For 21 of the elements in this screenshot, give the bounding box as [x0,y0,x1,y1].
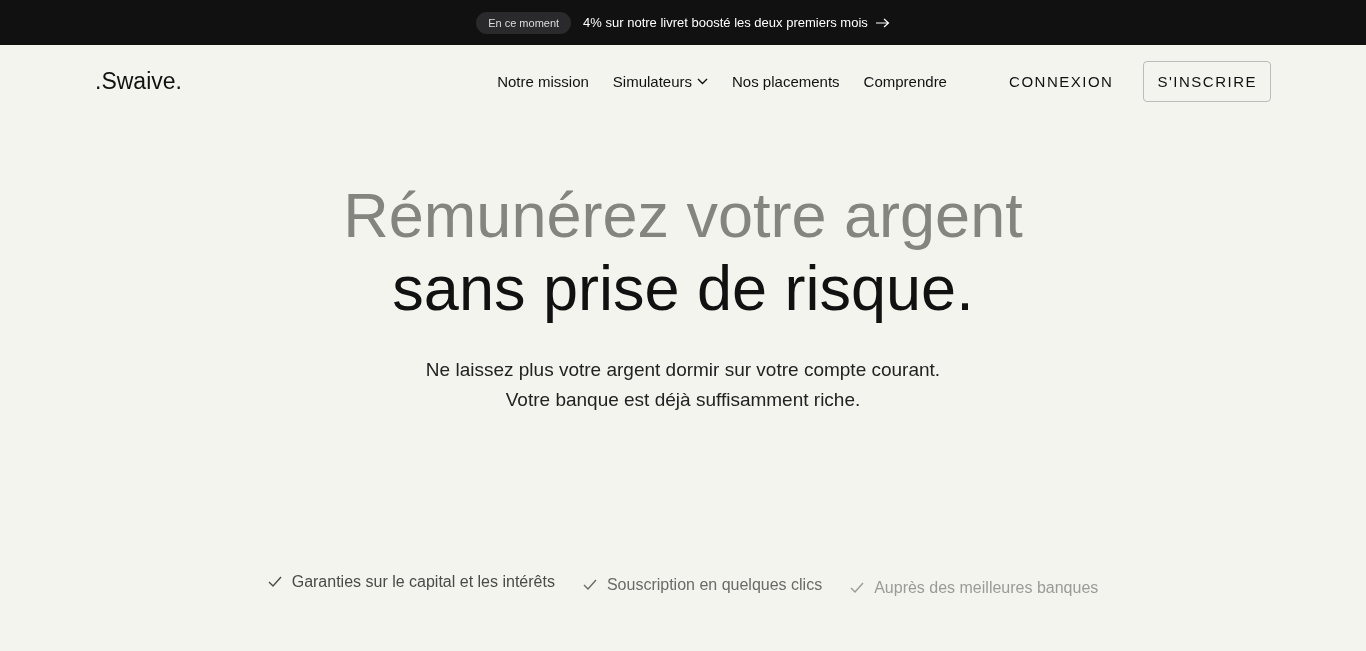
nav-link[interactable]: Notre mission [497,72,589,90]
logo[interactable]: .Swaive. [95,67,295,95]
feature-text: Garanties sur le capital et les intérêts [291,573,555,591]
hero-subtitle: Ne laissez plus votre argent dormir sur votre compte courant. [425,358,941,382]
nav-link[interactable]: Comprendre [863,72,947,90]
feature-text: Auprès des meilleures banques [874,579,1099,597]
announcement-badge: En ce moment [476,11,572,34]
hero-subtitle: Votre banque est déjà suffisamment riche. [505,388,861,412]
check-icon [582,579,597,591]
hero-title: sans prise de risque. [392,252,974,325]
login-link[interactable]: CONNEXION [1009,72,1114,90]
nav-link[interactable]: Simulateurs [612,72,709,90]
hero-title: Rémunérez votre argent [343,179,1023,252]
signup-button[interactable]: S'INSCRIRE [1143,60,1271,102]
check-icon [850,582,865,594]
arrow-right-icon [875,17,890,28]
feature-text: Souscription en quelques clics [606,576,823,594]
check-icon [267,576,282,588]
nav-link[interactable]: Nos placements [732,72,840,90]
chevron-down-icon [697,77,709,85]
announcement-link[interactable]: 4% sur notre livret boosté les deux premiers mois [583,15,890,30]
